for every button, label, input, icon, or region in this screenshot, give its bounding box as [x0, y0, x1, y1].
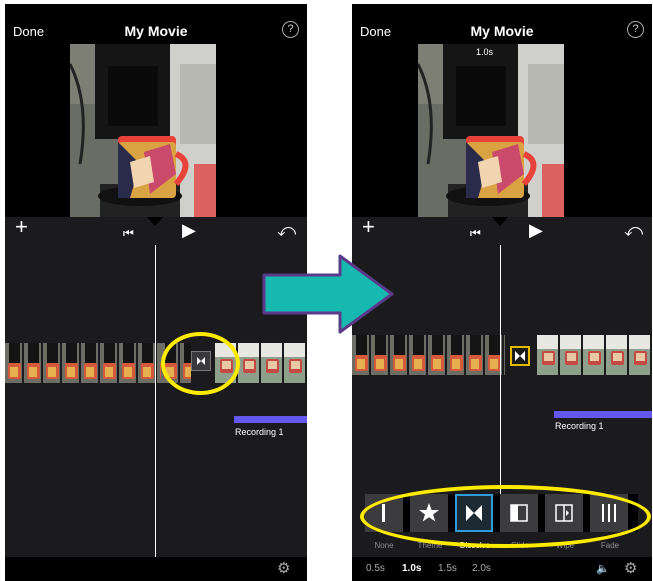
clip-strip-1[interactable] [352, 335, 505, 375]
audio-recording-bar[interactable] [554, 411, 652, 418]
playhead-notch [492, 217, 508, 226]
clip-thumbnails [352, 335, 505, 375]
help-icon[interactable]: ? [627, 21, 644, 38]
right-arrow-icon [262, 254, 394, 334]
clip-thumbnails [5, 343, 161, 383]
clip-strip-2[interactable] [537, 335, 652, 375]
duration-option-2-0s[interactable]: 2.0s [472, 563, 491, 574]
recording-label: Recording 1 [235, 427, 284, 437]
mug-scene-image [418, 44, 564, 219]
transition-duration-overlay: 1.0s [476, 47, 494, 57]
duration-option-1-5s[interactable]: 1.5s [438, 563, 457, 574]
selected-transition-button[interactable] [510, 346, 530, 366]
undo-button[interactable]: ⤺ [624, 220, 643, 240]
transition-fade-label: Fade [600, 541, 620, 550]
undo-button[interactable]: ⤺ [277, 220, 296, 240]
skip-back-button[interactable]: ⏮ [470, 223, 481, 243]
playback-controls: + ⏮ ▶ ⤺ [352, 216, 652, 245]
audio-recording-bar[interactable] [234, 416, 307, 423]
settings-gear-icon[interactable]: ⚙ [624, 559, 637, 577]
add-media-button[interactable]: + [15, 216, 28, 238]
bowtie-transition-icon [515, 351, 525, 361]
skip-back-button[interactable]: ⏮ [123, 223, 134, 243]
highlight-ellipse [360, 485, 651, 548]
project-title: My Movie [470, 23, 534, 39]
clip-thumbnails [537, 335, 652, 375]
add-media-button[interactable]: + [362, 216, 375, 238]
playhead-notch [147, 217, 163, 226]
playhead-line [155, 245, 156, 557]
duration-option-1-0s[interactable]: 1.0s [402, 563, 421, 574]
project-title: My Movie [124, 23, 188, 39]
duration-option-0-5s[interactable]: 0.5s [366, 563, 385, 574]
clip-strip-1[interactable] [5, 343, 161, 383]
mug-scene-image [70, 44, 216, 219]
settings-gear-icon[interactable]: ⚙ [277, 559, 290, 577]
right-phone-screen: Done My Movie ? 1.0s + ⏮ ▶ ⤺ Recording 1… [352, 4, 652, 581]
play-button[interactable]: ▶ [529, 220, 543, 240]
video-preview [70, 44, 216, 219]
speaker-mute-icon[interactable]: 🔈 [596, 562, 610, 575]
video-preview: 1.0s [418, 44, 564, 219]
bottom-toolbar: ⚙ [5, 557, 307, 581]
recording-label: Recording 1 [555, 421, 604, 431]
top-bar: Done My Movie ? [5, 4, 307, 44]
playhead-line [500, 245, 501, 494]
playback-controls: + ⏮ ▶ ⤺ [5, 216, 307, 245]
top-bar: Done My Movie ? [352, 4, 652, 44]
transition-none-label: None [374, 541, 394, 550]
help-icon[interactable]: ? [282, 21, 299, 38]
play-button[interactable]: ▶ [182, 220, 196, 240]
highlight-circle [161, 332, 240, 395]
